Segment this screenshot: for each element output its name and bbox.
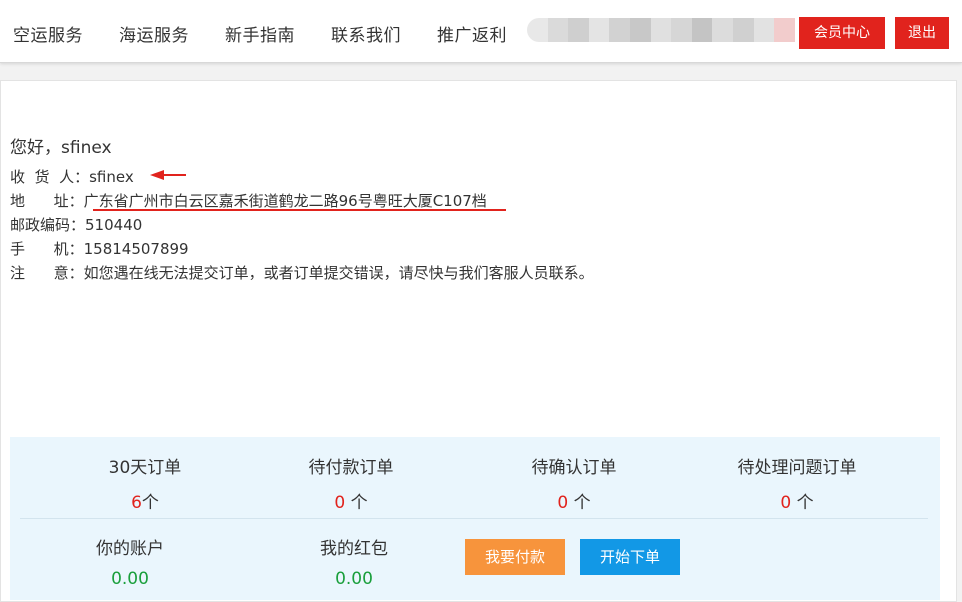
phone-row: 手 机：15814507899 <box>10 238 189 259</box>
nav-item-air-freight[interactable]: 空运服务 <box>13 21 83 46</box>
blur-block <box>568 18 589 42</box>
logout-button[interactable]: 退出 <box>895 17 949 49</box>
stat-orders-30d[interactable]: 30天订单 6个 <box>60 453 230 513</box>
stat-account-balance[interactable]: 你的账户 0.00 <box>60 534 200 589</box>
stat-pending-issue-unit: 个 <box>791 493 814 513</box>
blurred-user-info <box>527 18 795 42</box>
postcode-row: 邮政编码：510440 <box>10 214 142 235</box>
pay-now-button[interactable]: 我要付款 <box>465 539 565 575</box>
stat-pending-confirm-title: 待确认订单 <box>531 458 617 478</box>
stat-pending-confirm[interactable]: 待确认订单 0 个 <box>489 453 659 513</box>
stat-pending-payment-unit: 个 <box>345 493 368 513</box>
address-value: 广东省广州市白云区嘉禾街道鹤龙二路96号粤旺大厦C107档 <box>83 192 487 210</box>
stat-pending-issue[interactable]: 待处理问题订单 0 个 <box>712 453 882 513</box>
blur-block <box>733 18 754 42</box>
member-center-button[interactable]: 会员中心 <box>799 17 885 49</box>
blur-block <box>650 18 672 42</box>
blur-block <box>547 18 569 42</box>
blur-block <box>753 18 775 42</box>
stat-account-title: 你的账户 <box>96 539 164 559</box>
blur-block <box>588 18 610 42</box>
receiver-row: 收 货 人：sfinex <box>10 166 134 187</box>
blur-block <box>774 18 795 42</box>
postcode-label: 邮政编码： <box>10 216 86 234</box>
blur-block <box>671 18 692 42</box>
note-value: 如您遇在线无法提交订单，或者订单提交错误，请尽快与我们客服人员联系。 <box>83 264 594 282</box>
blur-block <box>527 18 548 42</box>
stat-pending-payment-count: 0 <box>334 493 346 513</box>
start-order-button[interactable]: 开始下单 <box>580 539 680 575</box>
stat-pending-payment[interactable]: 待付款订单 0 个 <box>266 453 436 513</box>
address-underline <box>93 209 506 211</box>
stat-orders-30d-title: 30天订单 <box>108 458 182 478</box>
stat-red-packet-title: 我的红包 <box>320 539 388 559</box>
stat-red-packet[interactable]: 我的红包 0.00 <box>284 534 424 589</box>
receiver-value: sfinex <box>89 168 134 186</box>
red-arrow-icon <box>150 170 186 180</box>
note-label: 注 意： <box>10 264 84 282</box>
blur-block <box>712 18 734 42</box>
stat-pending-issue-count: 0 <box>780 493 792 513</box>
stat-pending-issue-title: 待处理问题订单 <box>737 458 857 478</box>
blur-block <box>609 18 631 42</box>
stats-divider <box>20 518 928 519</box>
stat-pending-confirm-unit: 个 <box>568 493 591 513</box>
stat-orders-30d-unit: 个 <box>141 493 159 513</box>
address-row: 地 址：广东省广州市白云区嘉禾街道鹤龙二路96号粤旺大厦C107档 <box>10 190 487 211</box>
stat-pending-confirm-count: 0 <box>557 493 569 513</box>
blur-block <box>630 18 651 42</box>
stat-orders-30d-count: 6 <box>131 493 142 513</box>
nav-item-referral-rebate[interactable]: 推广返利 <box>437 21 507 46</box>
top-nav-bar: 空运服务 海运服务 新手指南 联系我们 推广返利 会员中心 退出 <box>0 0 962 63</box>
postcode-value: 510440 <box>85 216 143 234</box>
phone-label: 手 机： <box>10 240 84 258</box>
phone-value: 15814507899 <box>83 240 189 258</box>
stat-red-packet-value: 0.00 <box>335 569 373 589</box>
note-row: 注 意：如您遇在线无法提交订单，或者订单提交错误，请尽快与我们客服人员联系。 <box>10 262 594 283</box>
blur-block <box>691 18 713 42</box>
address-label: 地 址： <box>10 192 84 210</box>
nav-item-sea-freight[interactable]: 海运服务 <box>119 21 189 46</box>
nav-item-beginner-guide[interactable]: 新手指南 <box>225 21 295 46</box>
stat-pending-payment-title: 待付款订单 <box>308 458 394 478</box>
nav-item-contact-us[interactable]: 联系我们 <box>331 21 401 46</box>
receiver-label: 收 货 人： <box>10 168 90 186</box>
stat-account-value: 0.00 <box>111 569 149 589</box>
greeting-text: 您好，sfinex <box>10 138 112 158</box>
